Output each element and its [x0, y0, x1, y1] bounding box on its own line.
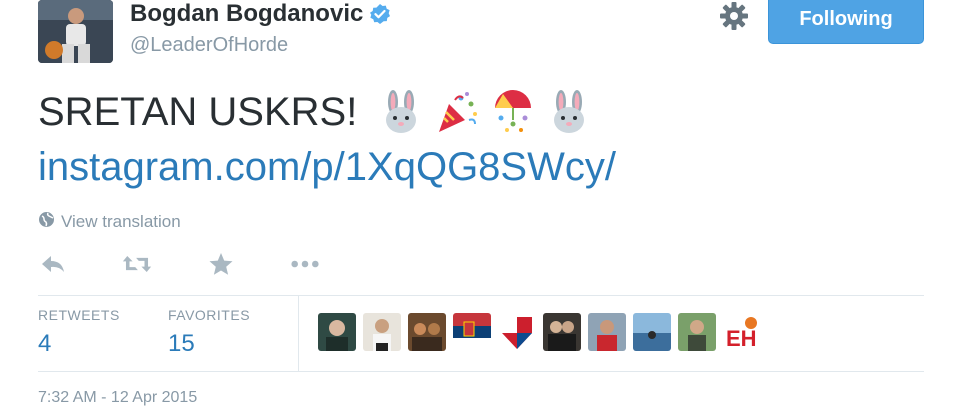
divider: [38, 295, 924, 296]
tweet-link[interactable]: instagram.com/p/1XqQG8SWcy/: [38, 142, 616, 192]
rabbit-face-icon: [379, 90, 423, 134]
tweet-text-content: SRETAN USKRS!: [38, 90, 358, 134]
following-button[interactable]: Following: [768, 0, 924, 44]
party-popper-icon: [435, 90, 479, 134]
favoriter-avatar[interactable]: [453, 313, 491, 351]
verified-badge-icon: [369, 3, 391, 25]
rabbit-face-icon: [547, 90, 591, 134]
gear-icon[interactable]: [718, 0, 750, 32]
view-translation-link[interactable]: View translation: [38, 211, 181, 233]
favoriter-avatar[interactable]: [588, 313, 626, 351]
favoriter-avatar[interactable]: [633, 313, 671, 351]
retweets-label: RETWEETS: [38, 307, 120, 323]
retweets-count[interactable]: 4: [38, 330, 51, 358]
favoriter-avatar[interactable]: [498, 313, 536, 351]
favorite-star-icon[interactable]: [206, 250, 236, 278]
favoriter-avatar[interactable]: [543, 313, 581, 351]
favoriter-avatar[interactable]: [363, 313, 401, 351]
view-translation-label[interactable]: View translation: [61, 212, 181, 232]
favoriters-avatars: EH: [318, 313, 761, 351]
tweet-actions: [38, 250, 320, 278]
user-name[interactable]: Bogdan Bogdanovic: [130, 0, 391, 28]
divider: [38, 371, 924, 372]
retweet-icon[interactable]: [122, 250, 152, 278]
favorites-label: FAVORITES: [168, 307, 251, 323]
reply-icon[interactable]: [38, 250, 68, 278]
confetti-ball-icon: [491, 90, 535, 134]
more-icon[interactable]: [290, 250, 320, 278]
globe-icon: [38, 211, 55, 233]
tweet-text: SRETAN USKRS!: [38, 88, 591, 136]
tweet-timestamp[interactable]: 7:32 AM - 12 Apr 2015: [38, 389, 197, 407]
user-handle[interactable]: @LeaderOfHorde: [130, 33, 288, 57]
avatar[interactable]: [38, 0, 113, 63]
emoji-row: [379, 90, 591, 134]
divider: [298, 296, 299, 371]
svg-text:EH: EH: [726, 326, 757, 351]
favoriter-avatar[interactable]: [408, 313, 446, 351]
favoriter-avatar[interactable]: EH: [723, 313, 761, 351]
favorites-count[interactable]: 15: [168, 330, 195, 358]
favoriter-avatar[interactable]: [678, 313, 716, 351]
favoriter-avatar[interactable]: [318, 313, 356, 351]
user-name-text[interactable]: Bogdan Bogdanovic: [130, 0, 363, 28]
